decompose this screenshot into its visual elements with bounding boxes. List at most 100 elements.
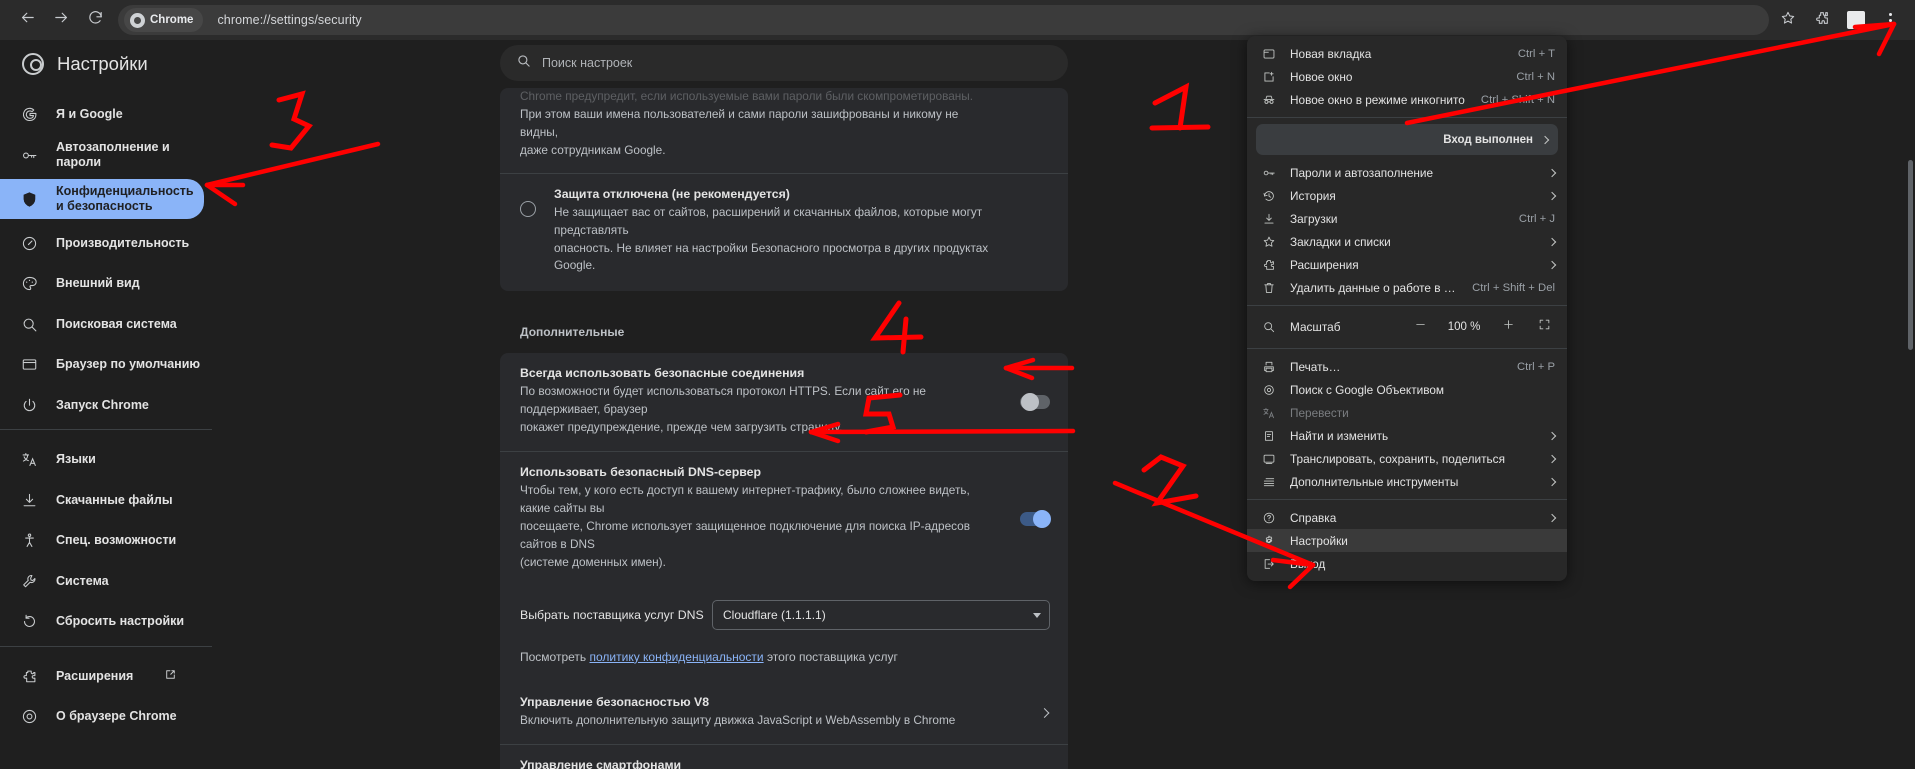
https-only-row[interactable]: Всегда использовать безопасные соединени…	[500, 353, 1068, 451]
lens-icon	[1261, 382, 1276, 397]
content-scrollbar[interactable]	[1906, 40, 1915, 769]
https-only-desc-line-2: покажет предупреждение, прежде чем загру…	[520, 420, 843, 435]
menu-item-new-window[interactable]: Новое окно Ctrl + N	[1247, 65, 1567, 88]
search-icon	[516, 53, 531, 73]
menu-item-shortcut: Ctrl + N	[1516, 70, 1555, 83]
secure-dns-desc-line-2: посещаете, Chrome использует защищенное …	[520, 518, 971, 551]
sidebar-item-appearance[interactable]: Внешний вид	[0, 267, 204, 300]
secure-dns-toggle[interactable]	[1020, 509, 1051, 528]
fullscreen-button[interactable]	[1533, 316, 1555, 338]
star-icon	[1780, 10, 1796, 31]
download-icon	[20, 491, 39, 510]
sidebar-item-search-engine[interactable]: Поисковая система	[0, 308, 204, 341]
sidebar-item-label: Спец. возможности	[56, 533, 177, 548]
forward-button[interactable]	[44, 3, 78, 37]
sidebar-item-performance[interactable]: Производительность	[0, 227, 204, 260]
help-icon	[1261, 510, 1276, 525]
browser-toolbar: Chrome chrome://settings/security	[0, 0, 1915, 40]
profile-button[interactable]	[1841, 5, 1871, 35]
menu-item-label: Печать…	[1290, 359, 1341, 374]
manage-phones-row[interactable]: Управление смартфонами Выберите, какие с…	[500, 743, 1068, 769]
menu-divider	[1247, 348, 1567, 349]
secure-dns-row[interactable]: Использовать безопасный DNS-сервер Чтобы…	[500, 451, 1068, 586]
policy-prefix: Посмотреть	[520, 649, 590, 664]
menu-item-more-tools[interactable]: Дополнительные инструменты	[1247, 470, 1567, 493]
star-icon	[1261, 234, 1276, 249]
sidebar-item-system[interactable]: Система	[0, 565, 204, 598]
settings-search[interactable]	[500, 45, 1068, 81]
chevron-right-icon	[1547, 168, 1557, 177]
menu-item-label: Найти и изменить	[1290, 428, 1389, 443]
zoom-label: Масштаб	[1290, 320, 1341, 334]
chevron-right-icon	[1547, 513, 1557, 522]
extensions-button[interactable]	[1807, 5, 1837, 35]
reload-button[interactable]	[78, 3, 112, 37]
back-button[interactable]	[10, 3, 44, 37]
address-bar-url: chrome://settings/security	[217, 13, 362, 27]
chevron-right-icon	[1547, 477, 1557, 486]
chip-label: Chrome	[150, 14, 194, 26]
zoom-out-button[interactable]	[1409, 316, 1431, 338]
menu-item-print[interactable]: Печать… Ctrl + P	[1247, 355, 1567, 378]
menu-item-cast-save-share[interactable]: Транслировать, сохранить, поделиться	[1247, 447, 1567, 470]
chevron-right-icon	[1547, 454, 1557, 463]
menu-item-translate[interactable]: Перевести	[1247, 401, 1567, 424]
dns-provider-select[interactable]: Cloudflare (1.1.1.1)	[712, 599, 1050, 630]
sidebar-item-reset[interactable]: Сбросить настройки	[0, 605, 204, 638]
search-input[interactable]	[542, 56, 1052, 70]
menu-item-downloads[interactable]: Загрузки Ctrl + J	[1247, 207, 1567, 230]
menu-item-find-and-edit[interactable]: Найти и изменить	[1247, 424, 1567, 447]
sidebar-item-languages[interactable]: Языки	[0, 443, 204, 476]
zoom-in-button[interactable]	[1497, 316, 1519, 338]
sidebar-item-extensions[interactable]: Расширения	[0, 660, 204, 693]
chrome-logo-icon	[22, 53, 44, 75]
menu-item-shortcut: Ctrl + J	[1518, 212, 1555, 225]
menu-item-new-tab[interactable]: Новая вкладка Ctrl + T	[1247, 42, 1567, 65]
no-protection-option[interactable]: Защита отключена (не рекомендуется) Не з…	[500, 172, 1068, 292]
https-only-toggle[interactable]	[1020, 393, 1050, 412]
fullscreen-icon	[1538, 318, 1551, 336]
menu-item-incognito[interactable]: Новое окно в режиме инкогнито Ctrl + Shi…	[1247, 88, 1567, 111]
chevron-right-icon	[1547, 431, 1557, 440]
menu-item-passwords[interactable]: Пароли и автозаполнение	[1247, 161, 1567, 184]
manage-phones-title: Управление смартфонами	[520, 757, 682, 769]
sidebar-item-autofill[interactable]: Автозаполнение и пароли	[0, 139, 204, 172]
sidebar-item-label: Браузер по умолчанию	[56, 357, 201, 372]
sidebar-item-privacy[interactable]: Конфиденциальность и безопасность	[0, 179, 204, 219]
menu-item-google-lens[interactable]: Поиск с Google Объективом	[1247, 378, 1567, 401]
shield-icon	[20, 190, 39, 209]
bookmark-button[interactable]	[1773, 5, 1803, 35]
chevron-right-icon	[1547, 260, 1557, 269]
menu-item-settings[interactable]: Настройки	[1247, 529, 1567, 552]
v8-security-row[interactable]: Управление безопасностью V8 Включить доп…	[500, 682, 1068, 744]
address-bar[interactable]: Chrome chrome://settings/security	[118, 5, 1769, 35]
sidebar-item-about-chrome[interactable]: О браузере Chrome	[0, 700, 204, 733]
sidebar-item-startup[interactable]: Запуск Chrome	[0, 389, 204, 422]
scrollbar-thumb[interactable]	[1908, 160, 1913, 350]
privacy-policy-link[interactable]: политику конфиденциальности	[590, 650, 764, 664]
settings-content: Chrome предупредит, если используемые ва…	[500, 88, 1068, 769]
google-g-icon	[20, 105, 39, 124]
minus-icon	[1414, 318, 1427, 336]
page-title: Настройки	[57, 53, 148, 74]
menu-signin-card[interactable]: Вход выполнен	[1256, 124, 1558, 155]
three-dot-menu-button[interactable]	[1875, 5, 1905, 35]
chrome-origin-chip[interactable]: Chrome	[124, 8, 204, 32]
menu-item-help[interactable]: Справка	[1247, 506, 1567, 529]
radio-button[interactable]	[520, 200, 536, 217]
sidebar-item-google[interactable]: Я и Google	[0, 98, 204, 131]
menu-item-extensions[interactable]: Расширения	[1247, 253, 1567, 276]
puzzle-icon	[1261, 257, 1276, 272]
menu-item-history[interactable]: История	[1247, 184, 1567, 207]
menu-item-bookmarks[interactable]: Закладки и списки	[1247, 230, 1567, 253]
menu-item-exit[interactable]: Выход	[1247, 552, 1567, 575]
puzzle-icon	[1814, 10, 1830, 31]
sidebar-item-default-browser[interactable]: Браузер по умолчанию	[0, 348, 204, 381]
menu-zoom-row: Масштаб 100 %	[1247, 312, 1567, 342]
sidebar-item-accessibility[interactable]: Спец. возможности	[0, 524, 204, 557]
sidebar-divider	[0, 429, 212, 430]
menu-item-clear-browsing-data[interactable]: Удалить данные о работе в браузере… Ctrl…	[1247, 276, 1567, 299]
external-link-icon	[164, 668, 177, 684]
sidebar-item-downloads[interactable]: Скачанные файлы	[0, 484, 204, 517]
sidebar-item-label: Скачанные файлы	[56, 492, 173, 507]
